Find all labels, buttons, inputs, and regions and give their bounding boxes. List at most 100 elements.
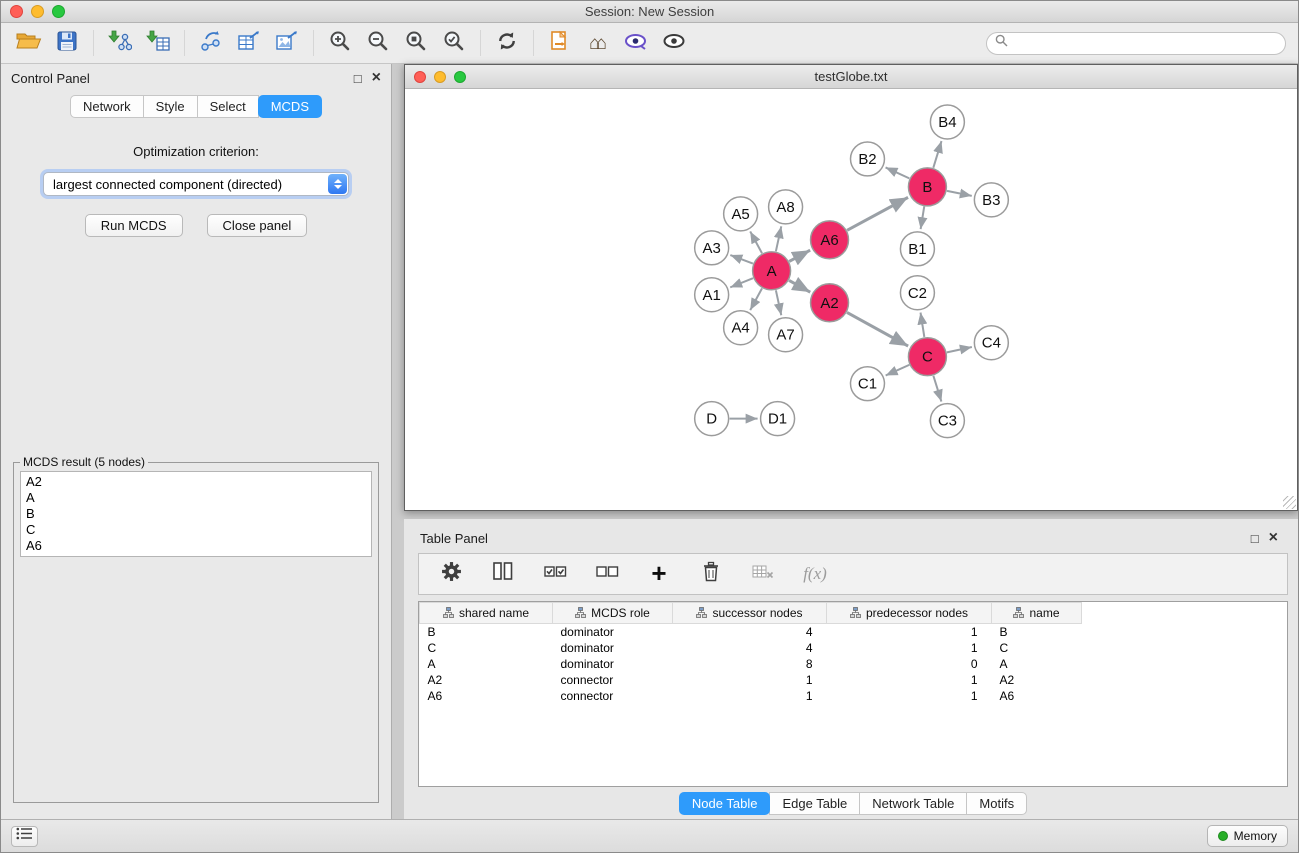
tab-mcds[interactable]: MCDS <box>258 95 322 118</box>
delete-table-button[interactable] <box>747 558 779 590</box>
node-A7[interactable]: A7 <box>769 318 803 352</box>
node-C4[interactable]: C4 <box>974 326 1008 360</box>
edge-C-C4[interactable] <box>947 347 972 352</box>
table-row[interactable]: Bdominator41B <box>420 624 1082 641</box>
refresh-button[interactable] <box>491 27 523 59</box>
edge-A-A8[interactable] <box>776 226 781 251</box>
memory-button[interactable]: Memory <box>1207 825 1288 847</box>
close-table-panel-icon[interactable]: × <box>1269 530 1278 546</box>
tab-network[interactable]: Network <box>70 95 144 118</box>
resize-grip-icon[interactable] <box>1283 496 1296 509</box>
edge-B-B2[interactable] <box>886 167 910 178</box>
column-header[interactable]: shared name <box>420 603 553 624</box>
column-header[interactable]: MCDS role <box>553 603 673 624</box>
node-A[interactable]: A <box>753 252 791 290</box>
edge-B-B3[interactable] <box>947 191 972 196</box>
float-panel-icon[interactable]: □ <box>354 72 362 85</box>
table-row[interactable]: Adominator80A <box>420 656 1082 672</box>
node-A5[interactable]: A5 <box>724 197 758 231</box>
tab-style[interactable]: Style <box>143 95 198 118</box>
zoom-in-button[interactable] <box>324 27 356 59</box>
mcds-result-list[interactable]: A2ABCA6 <box>20 471 372 557</box>
edge-A-A2[interactable] <box>789 280 810 292</box>
edge-A-A3[interactable] <box>730 255 753 264</box>
edge-C-C1[interactable] <box>886 365 910 376</box>
node-D1[interactable]: D1 <box>761 402 795 436</box>
node-A6[interactable]: A6 <box>811 221 849 259</box>
table-row[interactable]: A2connector11A2 <box>420 672 1082 688</box>
edge-A-A4[interactable] <box>750 288 762 310</box>
maximize-window-button[interactable] <box>52 5 65 18</box>
column-header[interactable]: name <box>992 603 1082 624</box>
node-B4[interactable]: B4 <box>930 105 964 139</box>
search-field[interactable] <box>986 32 1286 55</box>
tab-motifs[interactable]: Motifs <box>966 792 1027 815</box>
mcds-result-item[interactable]: A2 <box>25 474 367 490</box>
edge-A2-C[interactable] <box>847 312 908 346</box>
export-image-button[interactable] <box>271 27 303 59</box>
zoom-out-button[interactable] <box>362 27 394 59</box>
zoom-fit-button[interactable] <box>400 27 432 59</box>
edge-A-A6[interactable] <box>789 250 810 261</box>
task-history-button[interactable] <box>11 826 38 847</box>
function-builder-button[interactable]: f(x) <box>799 558 831 590</box>
node-A2[interactable]: A2 <box>811 284 849 322</box>
node-A3[interactable]: A3 <box>695 231 729 265</box>
tab-node-table[interactable]: Node Table <box>679 792 771 815</box>
edge-A-A7[interactable] <box>776 290 781 315</box>
tab-network-table[interactable]: Network Table <box>859 792 967 815</box>
network-close-button[interactable] <box>414 71 426 83</box>
create-column-button[interactable]: + <box>643 558 675 590</box>
open-session-button[interactable] <box>13 27 45 59</box>
edge-A-A1[interactable] <box>730 278 753 287</box>
mcds-result-item[interactable]: B <box>25 506 367 522</box>
show-hide-button[interactable] <box>658 27 690 59</box>
table-row[interactable]: A6connector11A6 <box>420 688 1082 704</box>
snapshot-button[interactable] <box>544 27 576 59</box>
zoom-selected-button[interactable] <box>438 27 470 59</box>
mcds-result-item[interactable]: A <box>25 490 367 506</box>
node-A4[interactable]: A4 <box>724 311 758 345</box>
column-header[interactable]: predecessor nodes <box>827 603 992 624</box>
export-network-button[interactable] <box>195 27 227 59</box>
home-networks-button[interactable]: ⌂⌂ <box>582 27 614 59</box>
import-table-button[interactable] <box>142 27 174 59</box>
network-graph[interactable]: A5A8A3A1A4A7AA6A2B2B4BB3B1C2C4CC1C3DD1 <box>405 89 1297 510</box>
minimize-window-button[interactable] <box>31 5 44 18</box>
export-table-button[interactable] <box>233 27 265 59</box>
node-A8[interactable]: A8 <box>769 190 803 224</box>
mcds-result-item[interactable]: A6 <box>25 538 367 554</box>
edge-C-C2[interactable] <box>921 313 925 337</box>
edge-A-A5[interactable] <box>750 231 762 253</box>
node-B2[interactable]: B2 <box>851 142 885 176</box>
node-C2[interactable]: C2 <box>900 276 934 310</box>
search-input[interactable] <box>1013 36 1277 50</box>
node-C[interactable]: C <box>908 338 946 376</box>
show-columns-button[interactable] <box>487 558 519 590</box>
close-window-button[interactable] <box>10 5 23 18</box>
edge-A6-B[interactable] <box>847 197 908 230</box>
node-B[interactable]: B <box>908 168 946 206</box>
float-table-panel-icon[interactable]: □ <box>1251 532 1259 545</box>
criterion-dropdown[interactable]: largest connected component (directed) <box>43 172 349 196</box>
edge-B-B1[interactable] <box>921 207 925 230</box>
import-network-button[interactable] <box>104 27 136 59</box>
column-header[interactable]: successor nodes <box>673 603 827 624</box>
table-settings-button[interactable] <box>435 558 467 590</box>
node-A1[interactable]: A1 <box>695 278 729 312</box>
select-all-columns-button[interactable] <box>539 558 571 590</box>
save-session-button[interactable] <box>51 27 83 59</box>
run-mcds-button[interactable]: Run MCDS <box>85 214 183 237</box>
node-C3[interactable]: C3 <box>930 404 964 438</box>
edge-C-C3[interactable] <box>933 376 941 402</box>
analyzer-button[interactable] <box>620 27 652 59</box>
node-B1[interactable]: B1 <box>900 232 934 266</box>
node-C1[interactable]: C1 <box>851 367 885 401</box>
node-B3[interactable]: B3 <box>974 183 1008 217</box>
network-minimize-button[interactable] <box>434 71 446 83</box>
network-maximize-button[interactable] <box>454 71 466 83</box>
close-panel-icon[interactable]: × <box>372 70 381 86</box>
table-row[interactable]: Cdominator41C <box>420 640 1082 656</box>
close-panel-button[interactable]: Close panel <box>207 214 308 237</box>
deselect-all-columns-button[interactable] <box>591 558 623 590</box>
